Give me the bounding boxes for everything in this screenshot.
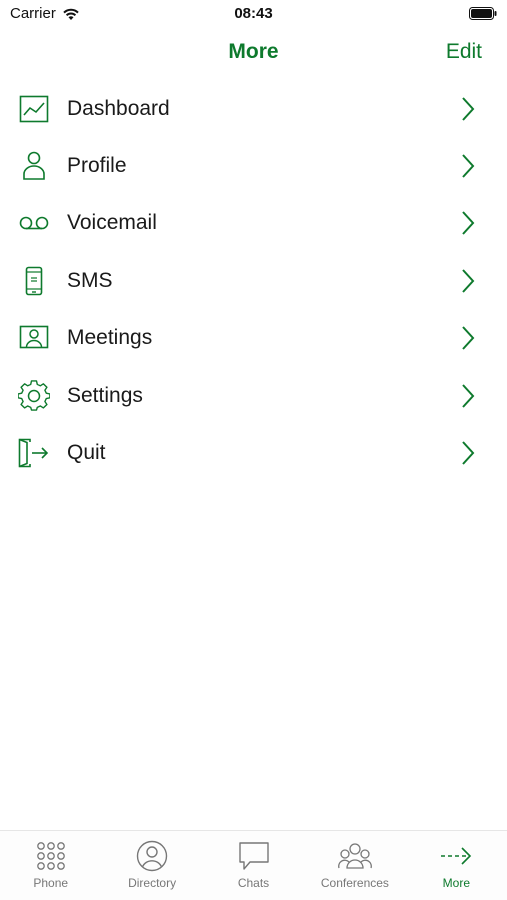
chart-icon <box>17 92 51 126</box>
voicemail-icon <box>17 206 51 240</box>
keypad-icon <box>34 839 68 873</box>
menu-item-label: Voicemail <box>67 211 157 235</box>
arrow-right-icon <box>439 839 473 873</box>
tab-label: Chats <box>237 876 270 890</box>
tab-phone[interactable]: Phone <box>0 831 101 900</box>
tab-label: More <box>442 876 470 890</box>
tab-chats[interactable]: Chats <box>203 831 304 900</box>
status-bar: Carrier 08:43 <box>0 0 507 28</box>
contact-icon <box>135 839 169 873</box>
tab-label: Conferences <box>320 876 389 890</box>
menu-item-voicemail[interactable]: Voicemail <box>0 195 507 252</box>
tab-conferences[interactable]: Conferences <box>304 831 405 900</box>
page-title: More <box>228 40 279 63</box>
tab-directory[interactable]: Directory <box>101 831 202 900</box>
gear-icon <box>17 379 51 413</box>
chevron-right-icon <box>462 154 475 178</box>
edit-button[interactable]: Edit <box>446 40 482 64</box>
person-icon <box>17 149 51 183</box>
chevron-right-icon <box>462 211 475 236</box>
chevron-right-icon <box>462 326 475 350</box>
menu-item-label: Meetings <box>67 326 153 350</box>
chevron-right-icon <box>462 441 475 465</box>
menu-item-dashboard[interactable]: Dashboard <box>0 80 507 137</box>
menu-item-settings[interactable]: Settings <box>0 367 507 424</box>
menu-item-label: Quit <box>67 441 106 465</box>
menu-item-quit[interactable]: Quit <box>0 424 507 481</box>
tab-more[interactable]: More <box>406 831 507 900</box>
menu-item-sms[interactable]: SMS <box>0 252 507 309</box>
phone-device-icon <box>17 264 51 298</box>
tab-bar: Phone Directory Chats Conferences More <box>0 830 507 900</box>
tab-label: Phone <box>33 876 69 890</box>
menu-item-label: SMS <box>67 268 113 292</box>
menu-item-label: Profile <box>67 154 127 178</box>
chevron-right-icon <box>462 383 475 408</box>
navigation-bar: More Edit <box>0 30 507 76</box>
menu-item-label: Settings <box>67 383 143 407</box>
menu-item-meetings[interactable]: Meetings <box>0 310 507 367</box>
more-menu-list: Dashboard Profile Voicemail SMS Meetings… <box>0 80 507 482</box>
battery-icon <box>469 7 497 20</box>
chevron-right-icon <box>462 269 475 293</box>
exit-icon <box>17 436 51 470</box>
chevron-right-icon <box>462 97 475 121</box>
group-icon <box>338 839 372 873</box>
meeting-icon <box>17 321 51 355</box>
menu-item-profile[interactable]: Profile <box>0 137 507 194</box>
tab-label: Directory <box>128 876 177 890</box>
status-clock: 08:43 <box>234 5 273 22</box>
chat-bubble-icon <box>237 839 271 873</box>
menu-item-label: Dashboard <box>67 96 170 120</box>
